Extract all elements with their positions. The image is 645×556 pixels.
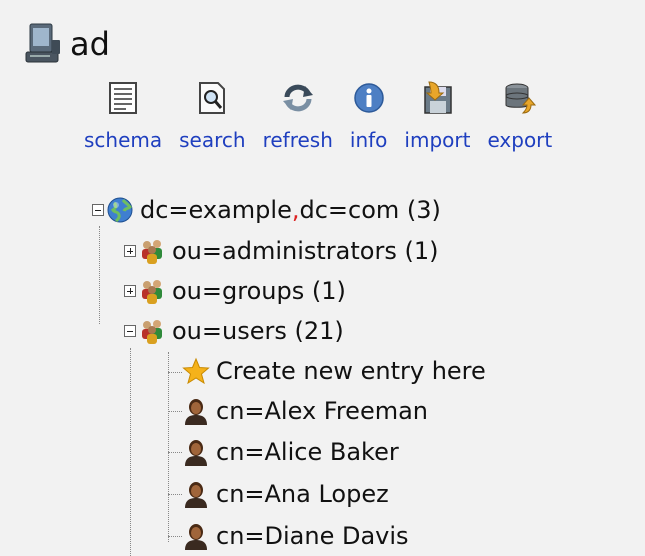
tree-line xyxy=(168,536,182,537)
refresh-label[interactable]: refresh xyxy=(263,130,333,150)
user-entry-item[interactable]: cn=Ana Lopez xyxy=(182,479,389,509)
schema-document-icon xyxy=(109,82,138,114)
ou-administrators-label[interactable]: ou=administrators (1) xyxy=(172,237,438,265)
create-entry-item[interactable]: Create new entry here xyxy=(182,356,486,386)
user-entry-label[interactable]: cn=Diane Davis xyxy=(216,522,409,550)
tree-line xyxy=(168,372,182,373)
user-entry-label[interactable]: cn=Alice Baker xyxy=(216,438,399,466)
organizational-unit-icon xyxy=(142,280,162,304)
create-entry-label[interactable]: Create new entry here xyxy=(216,357,486,385)
tree-ou-node: ou=users (21) xyxy=(124,316,344,346)
root-dn-part2: dc=com xyxy=(299,196,400,224)
schema-button[interactable]: schema xyxy=(84,80,162,150)
import-disk-icon xyxy=(424,81,453,114)
info-circle-icon xyxy=(353,83,384,113)
user-person-icon xyxy=(185,482,207,508)
user-person-icon xyxy=(185,399,207,425)
tree-line xyxy=(168,411,182,412)
tree-root-node: dc=example,dc=com (3) xyxy=(92,195,441,225)
schema-label[interactable]: schema xyxy=(84,130,162,150)
tree-ou-node: ou=administrators (1) xyxy=(124,236,438,266)
ou-users-label[interactable]: ou=users (21) xyxy=(172,317,344,345)
server-computer-icon xyxy=(25,23,60,63)
info-button[interactable]: info xyxy=(350,80,388,150)
user-entry-label[interactable]: cn=Ana Lopez xyxy=(216,480,389,508)
tree-line xyxy=(168,452,182,453)
organizational-unit-icon xyxy=(142,320,162,344)
tree-line xyxy=(168,352,169,542)
import-button[interactable]: import xyxy=(404,80,470,150)
info-label[interactable]: info xyxy=(350,130,388,150)
user-entry-label[interactable]: cn=Alex Freeman xyxy=(216,397,428,425)
root-dn-count: (3) xyxy=(406,196,441,224)
export-label[interactable]: export xyxy=(487,130,552,150)
refresh-button[interactable]: refresh xyxy=(263,80,333,150)
expand-toggle[interactable] xyxy=(124,245,136,257)
tree-line xyxy=(99,226,100,324)
ou-groups-label[interactable]: ou=groups (1) xyxy=(172,277,346,305)
star-icon xyxy=(182,357,210,385)
import-label[interactable]: import xyxy=(404,130,470,150)
expand-toggle[interactable] xyxy=(124,285,136,297)
collapse-toggle[interactable] xyxy=(92,204,104,216)
search-label[interactable]: search xyxy=(179,130,245,150)
root-dn-label[interactable]: dc=example,dc=com (3) xyxy=(140,196,441,224)
search-magnifier-icon xyxy=(199,82,226,114)
export-button[interactable]: export xyxy=(487,80,552,150)
server-header: ad xyxy=(24,20,110,68)
root-dn-part1: dc=example xyxy=(140,196,292,224)
user-entry-item[interactable]: cn=Alice Baker xyxy=(182,437,399,467)
export-database-icon xyxy=(505,83,536,114)
toolbar: schema search refresh info import export xyxy=(84,80,552,150)
tree-ou-node: ou=groups (1) xyxy=(124,276,346,306)
user-entry-item[interactable]: cn=Alex Freeman xyxy=(182,396,428,426)
user-entry-item[interactable]: cn=Diane Davis xyxy=(182,521,409,551)
globe-icon xyxy=(107,197,133,223)
collapse-toggle[interactable] xyxy=(124,325,136,337)
search-button[interactable]: search xyxy=(179,80,246,150)
user-person-icon xyxy=(185,524,207,550)
organizational-unit-icon xyxy=(142,240,162,264)
refresh-arrows-icon xyxy=(282,84,313,112)
server-name[interactable]: ad xyxy=(70,28,110,60)
user-person-icon xyxy=(185,440,207,466)
tree-line xyxy=(168,494,182,495)
tree-line xyxy=(130,348,131,556)
